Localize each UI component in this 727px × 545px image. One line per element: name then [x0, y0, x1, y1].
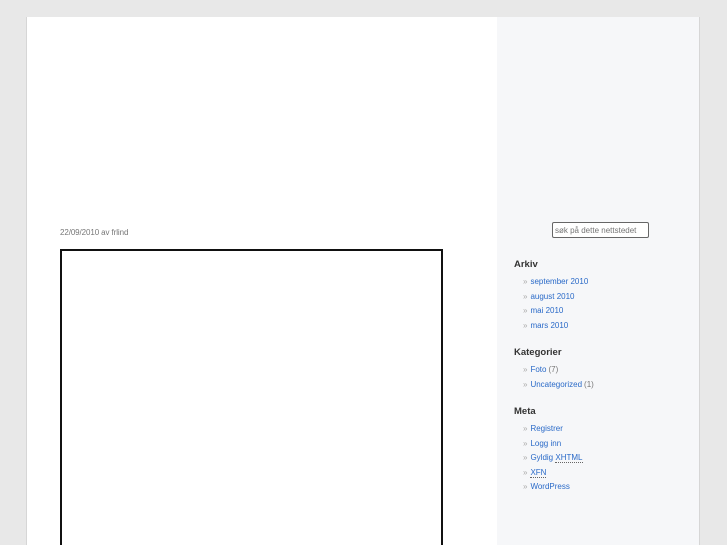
post-by: av: [101, 228, 110, 237]
post-author-link[interactable]: frlind: [112, 228, 129, 237]
archive-link[interactable]: september 2010: [530, 277, 588, 286]
category-link-foto[interactable]: Foto: [530, 365, 546, 374]
archive-title: Arkiv: [514, 259, 538, 270]
categories-title: Kategorier: [514, 347, 562, 358]
post-image[interactable]: [60, 249, 443, 545]
post-meta: 22/09/2010 av frlind: [60, 228, 128, 237]
list-item: » Gyldig XHTML: [523, 453, 583, 464]
xfn-link[interactable]: XFN: [530, 467, 547, 478]
valid-xhtml-label: Gyldig: [530, 453, 554, 463]
meta-list: » Registrer » Logg inn » Gyldig XHTML » XFN …: [523, 422, 583, 495]
category-link-uncategorized[interactable]: Uncategorized: [530, 380, 582, 389]
list-item: » Registrer: [523, 424, 563, 433]
list-item: » august 2010: [523, 291, 575, 301]
archive-link[interactable]: august 2010: [530, 292, 574, 301]
page-container: 22/09/2010 av frlind Arkiv »september 20…: [26, 17, 700, 545]
list-item: » september 2010: [523, 277, 589, 286]
search-input[interactable]: [552, 222, 649, 238]
categories-list: » Foto (7) » Uncategorized (1): [523, 363, 594, 392]
category-count: (1): [584, 379, 594, 389]
sidebar: Arkiv »september 2010 »august 2010 »mai …: [497, 17, 699, 545]
list-item: » mars 2010: [523, 320, 569, 330]
post-date: 22/09/2010: [60, 228, 100, 237]
register-link[interactable]: Registrer: [530, 424, 562, 433]
meta-title: Meta: [514, 406, 536, 417]
valid-xhtml-link[interactable]: Gyldig XHTML: [530, 453, 583, 464]
wordpress-link[interactable]: WordPress: [530, 482, 569, 491]
list-item: » WordPress: [523, 482, 570, 492]
list-item: » Foto (7): [523, 365, 559, 374]
archive-link[interactable]: mars 2010: [530, 321, 568, 330]
archive-link[interactable]: mai 2010: [530, 306, 563, 315]
xhtml-abbr: XHTML: [555, 453, 583, 464]
list-item: » XFN: [523, 467, 547, 478]
category-count: (7): [548, 365, 559, 374]
archive-list: » september 2010 » august 2010 » mai 2010 »…: [523, 275, 588, 333]
list-item: » Uncategorized (1): [523, 379, 594, 389]
login-link[interactable]: Logg inn: [530, 439, 561, 448]
xfn-abbr: XFN: [530, 467, 547, 478]
list-item: » Logg inn: [523, 438, 562, 448]
list-item: » mai 2010: [523, 306, 564, 316]
